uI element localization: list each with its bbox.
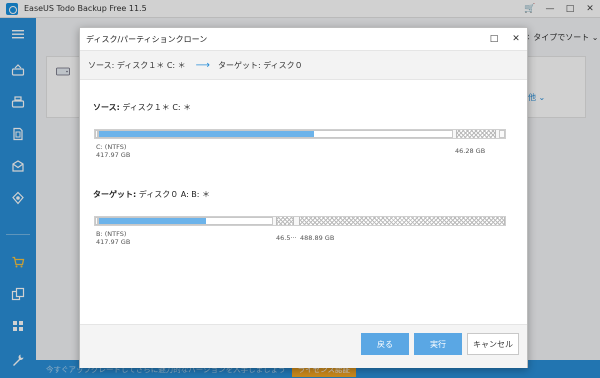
target-partition-b[interactable] [98, 217, 273, 225]
source-disk-name: ディスク１＊ C: ＊ [122, 103, 192, 112]
dialog-controls: □ ✕ [483, 28, 527, 50]
route-source: ソース: ディスク１＊ C: ＊ [88, 60, 186, 70]
target-partition-2[interactable] [276, 217, 294, 225]
source-section-title: ソース: ディスク１＊ C: ＊ [93, 102, 191, 113]
source-partition-c[interactable] [98, 130, 453, 138]
route-target: ターゲット: ディスク０ [218, 60, 303, 70]
source-partition-c-used [99, 131, 315, 137]
source-partition-2-label: 46.28 GB [455, 147, 485, 155]
partition-fs-label: B: (NTFS) [96, 230, 127, 238]
dialog-titlebar: ディスク/パーティションクローン □ ✕ [80, 28, 527, 50]
partition-fs-label: C: (NTFS) [96, 143, 127, 151]
partition-size-label: 417.97 GB [96, 238, 131, 246]
dialog-footer: 戻る 実行 キャンセル [80, 324, 527, 368]
dialog-maximize-button[interactable]: □ [483, 28, 505, 50]
back-button[interactable]: 戻る [361, 333, 409, 355]
partition-size-label: 488.89 GB [300, 234, 335, 242]
partition-size-label: 46.5··· [276, 234, 297, 242]
target-partition-3-label: 488.89 GB [300, 234, 334, 242]
partition-size-label: 46.28 GB [455, 147, 486, 155]
source-partition-c-label: C: (NTFS) 417.97 GB [96, 143, 130, 159]
target-section-title: ターゲット: ディスク０ A: B: ＊ [93, 189, 210, 200]
clone-dialog: ディスク/パーティションクローン □ ✕ ソース: ディスク１＊ C: ＊ ⟶ … [79, 27, 528, 368]
source-disk-map [94, 129, 506, 139]
source-heading: ソース: [93, 103, 120, 112]
target-disk-name: ディスク０ A: B: ＊ [138, 190, 211, 199]
arrow-right-icon: ⟶ [195, 59, 210, 71]
source-partition-3[interactable] [499, 130, 505, 138]
target-partition-b-label: B: (NTFS) 417.97 GB [96, 230, 130, 246]
execute-button[interactable]: 実行 [414, 333, 462, 355]
source-partition-2[interactable] [456, 130, 496, 138]
clone-route-bar: ソース: ディスク１＊ C: ＊ ⟶ ターゲット: ディスク０ [80, 50, 527, 80]
dialog-title: ディスク/パーティションクローン [86, 34, 208, 44]
target-disk-map [94, 216, 506, 226]
partition-size-label: 417.97 GB [96, 151, 131, 159]
target-partition-2-label: 46.5··· [276, 234, 297, 242]
dialog-close-button[interactable]: ✕ [505, 28, 527, 50]
target-heading: ターゲット: [93, 190, 137, 199]
target-partition-3[interactable] [299, 217, 505, 225]
cancel-button[interactable]: キャンセル [467, 333, 519, 355]
target-partition-b-used [99, 218, 207, 224]
